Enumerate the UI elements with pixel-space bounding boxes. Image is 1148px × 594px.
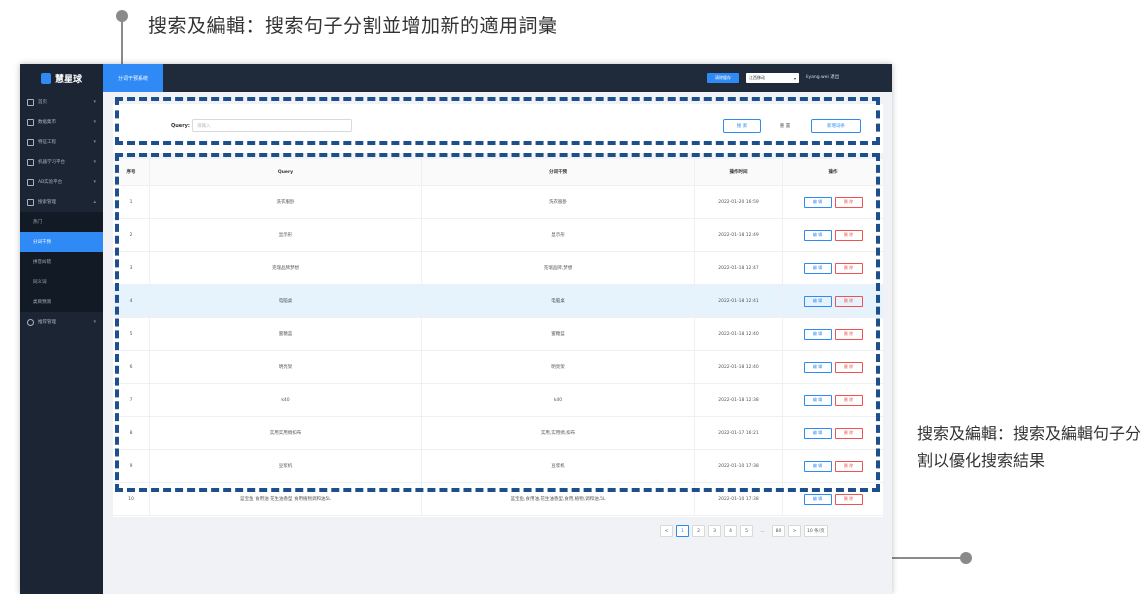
refresh-icon <box>27 318 34 326</box>
highlight-search-area <box>115 97 880 145</box>
chevron-down-icon: ▾ <box>93 99 96 105</box>
next-page-button[interactable]: > <box>788 525 801 537</box>
sidebar-item[interactable]: AB实验平台 ▾ <box>20 172 103 192</box>
chevron-down-icon: ▾ <box>793 75 796 81</box>
users-icon <box>27 178 34 186</box>
sidebar-item[interactable]: 数据集市 ▾ <box>20 112 103 132</box>
logo-icon <box>40 72 51 84</box>
pagination: <1 2 3 4 5 … 80 >10 条/页 <box>660 525 828 537</box>
page-button[interactable]: 1 <box>676 525 689 537</box>
home-icon <box>27 98 34 106</box>
sidebar-subitem[interactable]: 类目预测 <box>20 292 103 312</box>
chevron-down-icon: ▾ <box>93 139 96 145</box>
page-button[interactable]: 2 <box>692 525 705 537</box>
delete-button[interactable]: 删 除 <box>834 493 863 505</box>
user-logout[interactable]: liyang.wei 退出 <box>806 73 839 83</box>
sidebar-item-label: AB实验平台 <box>38 180 63 185</box>
page-size-select[interactable]: 10 条/页 <box>804 525 828 537</box>
sidebar-subitem[interactable]: 同义词 <box>20 272 103 292</box>
sidebar-item-label: 首页 <box>38 100 47 105</box>
sidebar-item-label: 特征工程 <box>38 140 56 145</box>
annotation-search-edit: 搜索及編輯：搜索句子分割並增加新的適用詞彙 <box>148 15 558 37</box>
sidebar-item-recommend[interactable]: 推荐管理 ▾ <box>20 312 103 332</box>
sidebar-subitem[interactable]: 分词干预 <box>20 232 103 252</box>
callout-dot-right <box>960 552 972 564</box>
chevron-down-icon: ▾ <box>93 179 96 185</box>
sidebar-item-label: 数据集市 <box>38 120 56 125</box>
monitor-icon <box>27 158 34 166</box>
region-select-value: 江西移动 <box>749 75 765 80</box>
pager-ellipsis: … <box>760 528 765 534</box>
page-button[interactable]: 80 <box>772 525 785 537</box>
sidebar: 慧星球 首页 ▾ 数据集市 ▾ 特征工程 ▾ 机器学习平台 ▾ AB实验平台 ▾ 搜索管理 ▴ 热门 分词… <box>20 64 103 594</box>
chevron-down-icon: ▾ <box>93 119 96 125</box>
clear-cache-button[interactable]: 清除缓存 <box>707 73 739 83</box>
sidebar-subitem[interactable]: 热门 <box>20 212 103 232</box>
logo-text: 慧星球 <box>54 74 82 85</box>
logo: 慧星球 <box>20 64 103 92</box>
tab-segment-system[interactable]: 分词干预系统 <box>103 64 163 92</box>
chevron-up-icon: ▴ <box>93 199 96 205</box>
sidebar-item[interactable]: 机器学习平台 ▾ <box>20 152 103 172</box>
page-button[interactable]: 4 <box>724 525 737 537</box>
figure: 搜索及編輯：搜索句子分割並增加新的適用詞彙 搜索及編輯：搜索及編輯句子分割以優化… <box>0 0 1148 594</box>
prev-page-button[interactable]: < <box>660 525 673 537</box>
sidebar-item-label: 推荐管理 <box>38 320 56 325</box>
sidebar-item-label: 机器学习平台 <box>38 160 65 165</box>
document-icon <box>27 118 34 126</box>
highlight-table-area <box>115 153 880 492</box>
sidebar-item[interactable]: 搜索管理 ▴ <box>20 192 103 212</box>
search-icon <box>27 198 34 206</box>
annotation-segment-optimize: 搜索及編輯：搜索及編輯句子分割以優化搜索結果 <box>917 424 1142 470</box>
sidebar-item[interactable]: 特征工程 ▾ <box>20 132 103 152</box>
sidebar-item[interactable]: 首页 ▾ <box>20 92 103 112</box>
page-button[interactable]: 5 <box>740 525 753 537</box>
sidebar-subitem[interactable]: 拼音纠错 <box>20 252 103 272</box>
edit-button[interactable]: 编 辑 <box>803 493 832 505</box>
page-button[interactable]: 3 <box>708 525 721 537</box>
chevron-down-icon: ▾ <box>93 319 96 325</box>
chevron-down-icon: ▾ <box>93 159 96 165</box>
topbar: 分词干预系统 清除缓存 江西移动 ▾ liyang.wei 退出 <box>103 64 892 92</box>
region-select[interactable]: 江西移动 ▾ <box>746 73 799 83</box>
sidebar-item-label: 搜索管理 <box>38 200 56 205</box>
filter-icon <box>27 138 34 146</box>
